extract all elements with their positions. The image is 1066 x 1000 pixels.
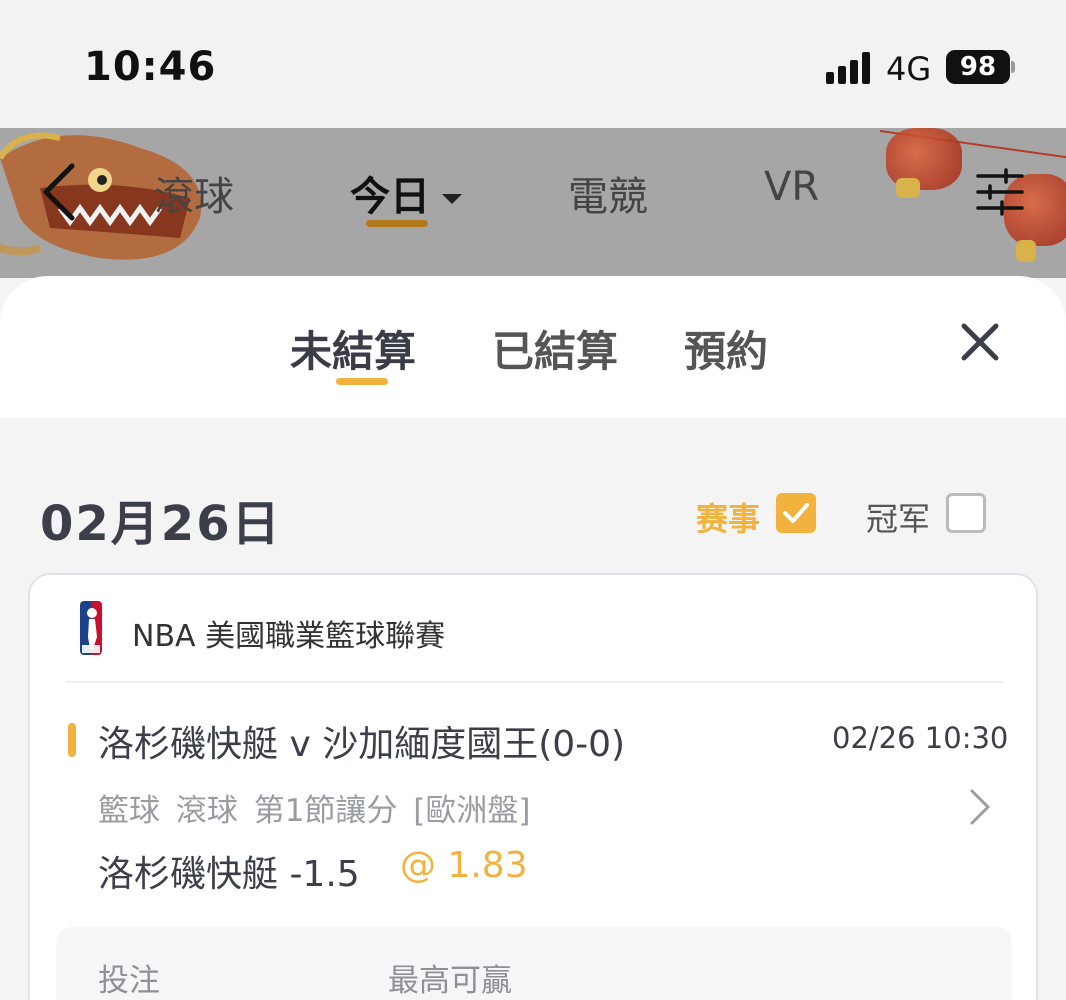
chevron-right-icon[interactable] xyxy=(968,787,992,827)
tab-vr[interactable]: VR xyxy=(764,164,819,210)
bet-details: 籃球 滾球 第1節讓分 [歐洲盤] xyxy=(98,793,531,829)
match-title: 洛杉磯快艇 v 沙加緬度國王(0-0) xyxy=(98,724,626,765)
tab-unsettled[interactable]: 未結算 xyxy=(290,318,416,379)
stake-label: 投注 xyxy=(98,963,160,999)
date-header: 02月26日 xyxy=(40,496,282,552)
battery-icon: 98 xyxy=(946,50,1010,84)
bet-record-sheet: 未結算 已結算 預約 xyxy=(0,276,1066,418)
tab-settled[interactable]: 已結算 xyxy=(492,318,618,379)
chevron-left-icon[interactable] xyxy=(40,162,80,222)
events-checkbox[interactable] xyxy=(776,493,816,533)
status-bar: 10:46 4G 98 xyxy=(0,0,1066,128)
tab-esports[interactable]: 電競 xyxy=(568,164,648,222)
signal-icon xyxy=(826,52,874,84)
checkmark-icon xyxy=(783,503,809,523)
active-sheet-tab-indicator xyxy=(336,378,388,385)
match-accent-bar xyxy=(68,723,76,757)
lantern-tassel xyxy=(1016,240,1036,262)
filter-events-label[interactable]: 赛事 xyxy=(696,494,760,540)
status-time: 10:46 xyxy=(84,44,217,90)
bet-card[interactable]: NBA 美國職業籃球聯賽 洛杉磯快艇 v 沙加緬度國王(0-0) 02/26 1… xyxy=(28,573,1038,1000)
champion-checkbox[interactable] xyxy=(946,493,986,533)
max-win-label: 最高可贏 xyxy=(388,963,512,999)
caret-down-icon xyxy=(442,194,462,204)
league-name: NBA 美國職業籃球聯賽 xyxy=(132,619,446,654)
battery-nub xyxy=(1011,61,1015,73)
network-type: 4G xyxy=(886,50,932,88)
top-nav: 滾球 今日 電競 VR xyxy=(0,128,1066,278)
active-tab-indicator xyxy=(366,220,428,227)
nba-logo-icon xyxy=(80,601,102,655)
tab-reserved[interactable]: 預約 xyxy=(684,318,768,379)
lantern-tassel xyxy=(896,178,920,198)
filter-champion-label[interactable]: 冠军 xyxy=(866,494,930,540)
match-time: 02/26 10:30 xyxy=(832,721,1009,755)
tab-today-label: 今日 xyxy=(350,174,430,220)
sliders-icon[interactable] xyxy=(976,168,1024,216)
close-icon[interactable] xyxy=(956,318,1004,366)
stake-summary: 投注 最高可贏 xyxy=(56,927,1012,1000)
bet-odds: @ 1.83 xyxy=(400,845,528,886)
tab-today[interactable]: 今日 xyxy=(350,164,462,222)
bet-selection: 洛杉磯快艇 -1.5 xyxy=(98,854,360,895)
divider xyxy=(66,681,1004,683)
tab-live[interactable]: 滾球 xyxy=(154,164,234,222)
